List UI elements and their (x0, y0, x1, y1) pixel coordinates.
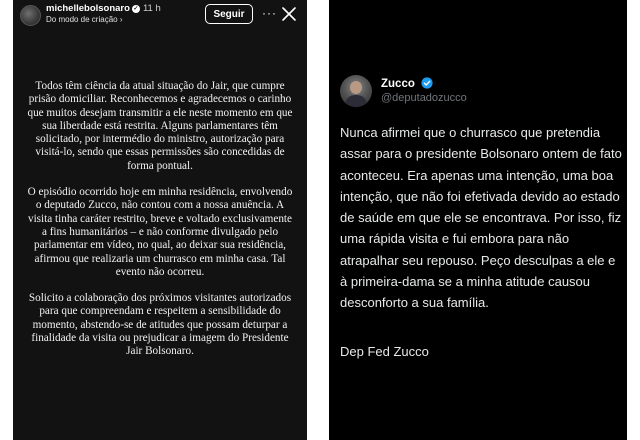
story-paragraph-3: Solicito a colaboração dos próximos visi… (28, 292, 292, 358)
story-paragraph-1: Todos têm ciência da atual situação do J… (27, 80, 293, 172)
tweet-display-name-row[interactable]: Zucco (381, 77, 433, 90)
story-avatar[interactable] (20, 5, 41, 26)
story-time: 11 h (142, 3, 161, 14)
story-sublabel[interactable]: Do modo de criação › (46, 15, 122, 24)
tweet-display-name[interactable]: Zucco (381, 78, 415, 90)
story-username-row[interactable]: michellebolsonaro ✓ 11 h (46, 3, 161, 14)
verified-badge-icon (421, 77, 433, 89)
story-text: Todos têm ciência da atual situação do J… (27, 80, 293, 372)
tweet-handle[interactable]: @deputadozucco (381, 92, 467, 104)
tweet-text: Nunca afirmei que o churrasco que preten… (340, 125, 622, 311)
follow-button[interactable]: Seguir (205, 4, 253, 24)
tweet-signature: Dep Fed Zucco (340, 344, 429, 359)
tweet-panel: Zucco @deputadozucco Nunca afirmei que o… (329, 0, 627, 440)
tweet-avatar[interactable] (340, 75, 372, 107)
more-options-icon[interactable]: ··· (262, 6, 277, 20)
avatar-body (345, 95, 367, 107)
story-username[interactable]: michellebolsonaro (46, 3, 130, 14)
verified-icon: ✓ (131, 5, 140, 13)
close-icon[interactable] (281, 6, 297, 22)
story-paragraph-2: O episódio ocorrido hoje em minha residê… (27, 186, 293, 278)
avatar-head (350, 81, 362, 94)
story-header: michellebolsonaro ✓ 11 h Do modo de criaçã… (13, 0, 307, 34)
story-panel: michellebolsonaro ✓ 11 h Do modo de criaçã… (13, 0, 307, 440)
